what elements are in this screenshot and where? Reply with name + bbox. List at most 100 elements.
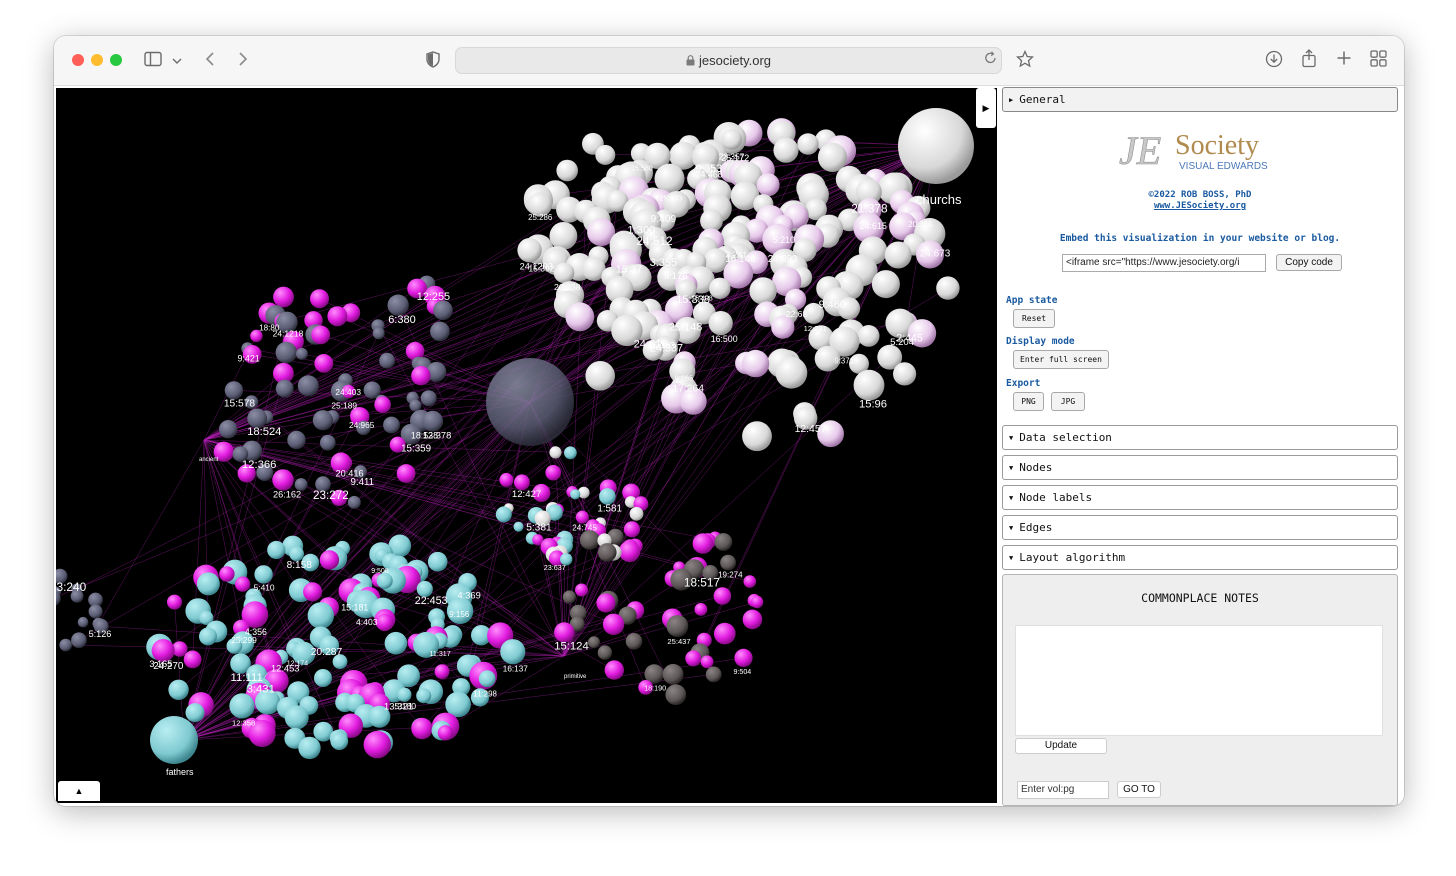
graph-node xyxy=(363,730,391,759)
section-nodes[interactable]: ▼ Nodes xyxy=(1002,455,1398,480)
node-label: 13:240 xyxy=(56,580,87,594)
hub-label-ancient: ancient xyxy=(199,457,219,463)
hub-node-fathers xyxy=(150,716,198,764)
share-icon[interactable] xyxy=(1301,49,1317,73)
reload-icon[interactable] xyxy=(984,51,997,72)
address-bar[interactable]: jesociety.org xyxy=(455,47,1002,74)
new-tab-icon[interactable] xyxy=(1336,50,1352,71)
node-label: 25:299 xyxy=(231,635,257,645)
update-notes-button[interactable]: Update xyxy=(1015,738,1107,754)
hub-label-primitive: primitive xyxy=(564,674,587,680)
node-label: 23:357 xyxy=(719,151,745,161)
graph-node xyxy=(298,736,321,760)
close-window-button[interactable] xyxy=(72,54,84,66)
node-label: 24:337 xyxy=(650,343,683,355)
node-label: 5:210 xyxy=(773,235,795,245)
minimize-window-button[interactable] xyxy=(91,54,103,66)
graph-node xyxy=(303,582,323,602)
graph-node xyxy=(562,590,576,604)
node-label: 18:524 xyxy=(247,426,281,438)
node-label: 25:286 xyxy=(528,213,553,222)
hub-label-fathers: fathers xyxy=(166,767,194,777)
fullscreen-button[interactable]: Enter full screen xyxy=(1013,350,1109,369)
graph-node xyxy=(871,270,900,299)
node-label: 4:403 xyxy=(356,617,378,627)
node-label: 20:238 xyxy=(554,282,581,292)
expand-panel-button[interactable]: ▶ xyxy=(976,88,996,128)
reset-button[interactable]: Reset xyxy=(1013,309,1055,328)
graph-node xyxy=(267,540,286,560)
goto-volpg-input[interactable]: Enter vol:pg xyxy=(1017,781,1109,799)
graph-node xyxy=(713,587,732,605)
node-label: 9:504 xyxy=(734,668,752,676)
graph-node xyxy=(714,622,736,645)
graph-node xyxy=(199,627,217,646)
graph-node xyxy=(374,396,391,414)
back-icon[interactable] xyxy=(204,51,216,72)
graph-node xyxy=(295,347,308,360)
graph-node xyxy=(570,489,581,500)
goto-button[interactable]: GO TO xyxy=(1117,781,1161,798)
graph-node xyxy=(705,666,722,683)
graph-node xyxy=(312,410,333,431)
graph-node xyxy=(743,575,757,588)
graph-node xyxy=(692,533,714,554)
embed-code-field[interactable]: <iframe src="https://www.jesociety.org/i xyxy=(1062,254,1266,272)
node-label: 21:378 xyxy=(851,202,888,216)
node-label: 24:693 xyxy=(768,254,798,265)
forward-icon[interactable] xyxy=(237,51,249,72)
node-label: 24:468 xyxy=(696,170,723,180)
sidebar-icon[interactable] xyxy=(144,51,162,72)
graph-node xyxy=(275,341,297,364)
graph-node xyxy=(513,521,524,532)
graph-node xyxy=(307,602,334,629)
section-edges[interactable]: ▼ Edges xyxy=(1002,515,1398,540)
graph-node xyxy=(409,399,422,412)
network-graph[interactable]: 9:1769:50424:9655:20424:6199:40915:3715:… xyxy=(56,88,997,803)
hub-node-center xyxy=(486,358,574,446)
graph-node xyxy=(595,144,616,165)
hub-node-churchs xyxy=(898,108,974,184)
notes-textarea[interactable] xyxy=(1015,625,1383,736)
section-data-selection[interactable]: ▼ Data selection xyxy=(1002,425,1398,450)
graph-node xyxy=(714,533,733,551)
download-icon[interactable] xyxy=(1265,50,1283,73)
node-label: 25:437 xyxy=(667,637,690,646)
svg-text:VISUAL EDWARDS: VISUAL EDWARDS xyxy=(1179,161,1268,172)
copy-code-button[interactable]: Copy code xyxy=(1276,254,1342,271)
star-icon[interactable] xyxy=(1015,49,1035,73)
shield-icon[interactable] xyxy=(426,51,440,73)
node-label: 18:190 xyxy=(644,684,666,693)
export-png-button[interactable]: PNG xyxy=(1013,392,1044,411)
node-label: 24:512 xyxy=(637,234,673,248)
caret-right-icon: ▶ xyxy=(1009,96,1014,104)
node-label: 12:231 xyxy=(804,324,827,333)
node-label: 22:68 xyxy=(786,309,808,319)
node-label: 9:508 xyxy=(371,568,389,575)
section-general[interactable]: ▶ General xyxy=(1002,87,1398,112)
section-layout-algorithm[interactable]: ▼ Layout algorithm xyxy=(1002,545,1398,570)
graph-node xyxy=(575,583,588,597)
network-graph-canvas[interactable]: 9:176 9:504 24:965 5:204 24:619 9:409 15:37 15:… xyxy=(56,88,997,803)
section-node-labels[interactable]: ▼ Node labels xyxy=(1002,485,1398,510)
graph-node xyxy=(564,446,577,460)
chevron-down-icon[interactable] xyxy=(172,52,182,72)
caret-down-icon: ▼ xyxy=(1009,524,1014,532)
credits-author: ©2022 ROB BOSS, PhD xyxy=(1148,190,1252,200)
graph-node xyxy=(565,302,595,332)
app-state-label: App state xyxy=(1006,295,1058,306)
node-label: 20:368 xyxy=(908,220,933,229)
node-label: 24:745 xyxy=(572,524,597,533)
graph-node xyxy=(742,609,763,630)
graph-node xyxy=(422,410,444,432)
graph-node xyxy=(273,286,294,308)
website-link[interactable]: www.JESociety.org xyxy=(1154,201,1246,211)
zoom-window-button[interactable] xyxy=(110,54,122,66)
caret-down-icon: ▼ xyxy=(1009,434,1014,442)
collapse-bar-button[interactable]: ▲ xyxy=(58,781,100,801)
export-jpg-button[interactable]: JPG xyxy=(1051,392,1085,411)
graph-node xyxy=(224,381,244,400)
tab-overview-icon[interactable] xyxy=(1370,50,1387,72)
graph-node xyxy=(434,664,450,679)
credits-website[interactable]: www.JESociety.org xyxy=(1000,201,1400,211)
